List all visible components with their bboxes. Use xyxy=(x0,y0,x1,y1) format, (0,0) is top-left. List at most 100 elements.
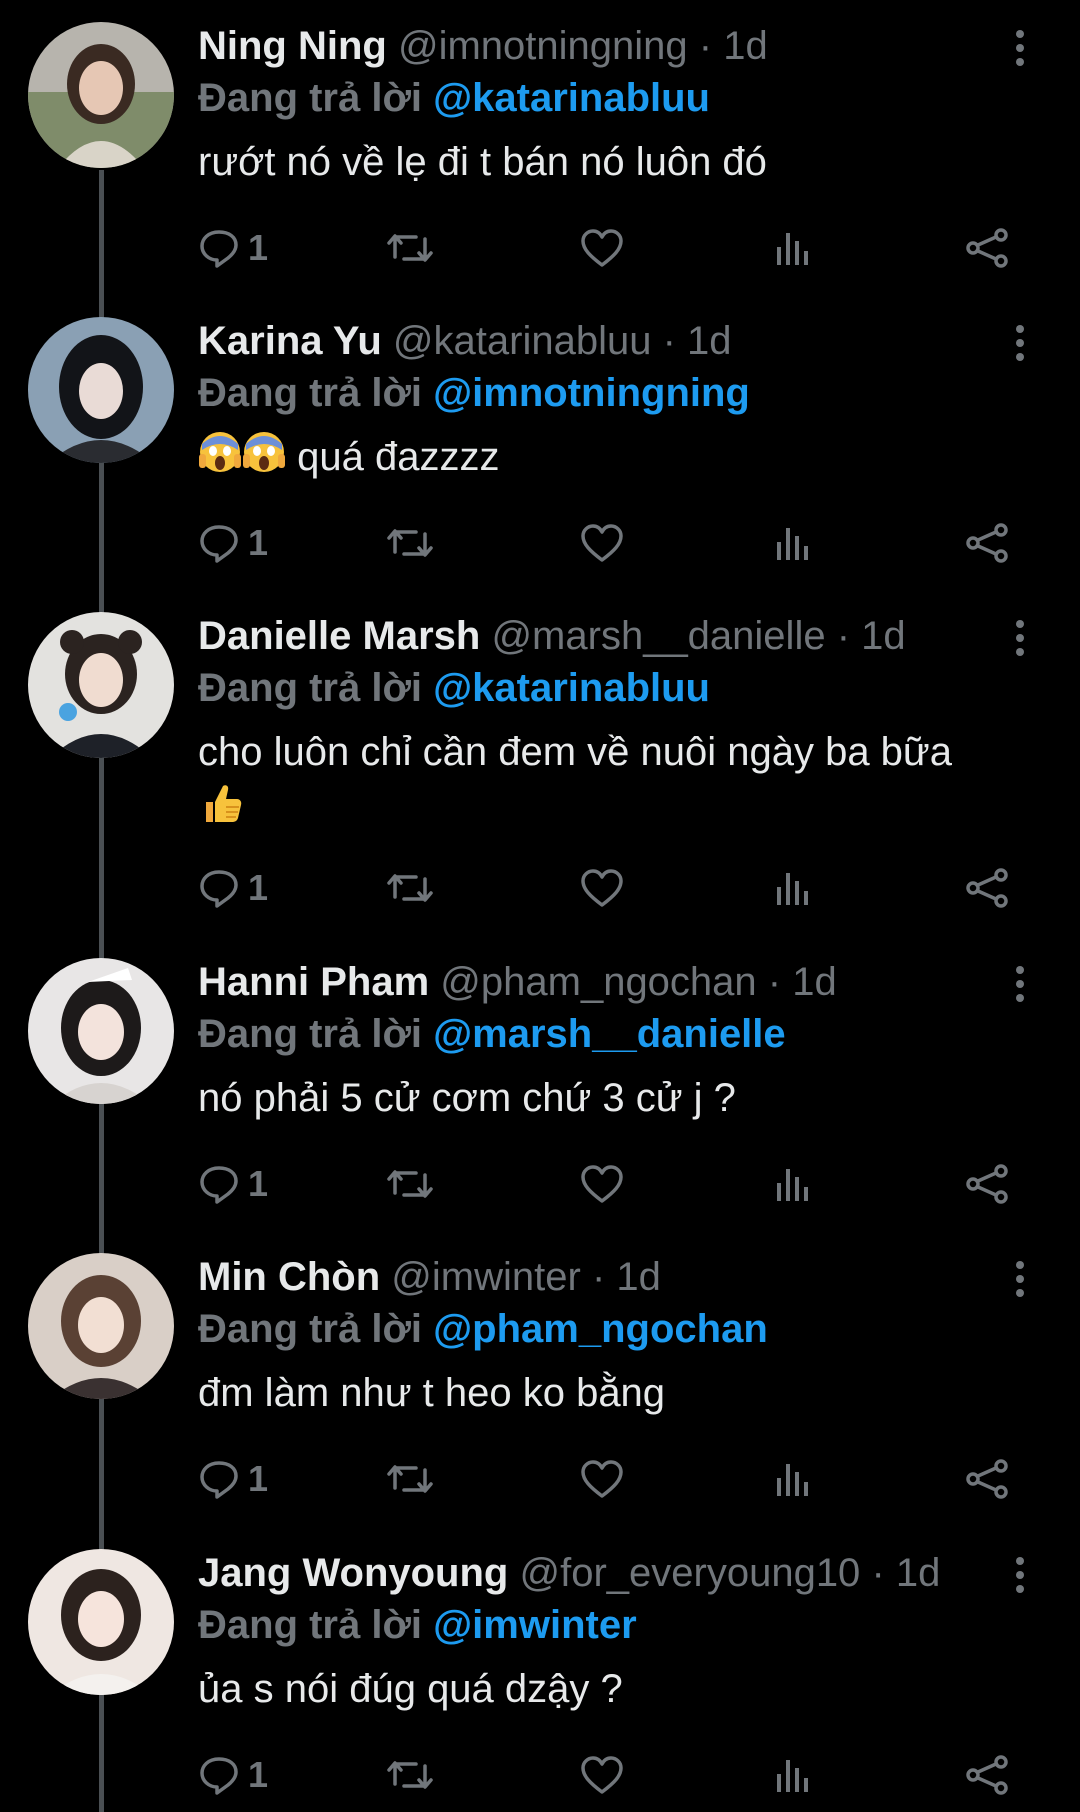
views-icon xyxy=(772,1163,812,1205)
avatar[interactable] xyxy=(28,317,174,463)
reply-icon xyxy=(198,522,240,564)
share-button[interactable] xyxy=(964,1154,1010,1214)
reply-count: 1 xyxy=(248,227,269,268)
share-button[interactable] xyxy=(964,513,1010,573)
views-button[interactable] xyxy=(772,1745,812,1805)
author-handle[interactable]: @katarinabluu xyxy=(393,319,652,363)
reply-to-mention[interactable]: @pham_ngochan xyxy=(433,1307,768,1351)
reply-button[interactable]: 1 xyxy=(198,513,268,573)
share-icon xyxy=(964,522,1010,564)
retweet-button[interactable] xyxy=(386,513,434,573)
reply-prefix: Đang trả lời xyxy=(198,1012,423,1056)
avatar[interactable] xyxy=(28,958,174,1104)
views-button[interactable] xyxy=(772,218,812,278)
more-vertical-icon[interactable] xyxy=(1000,1257,1040,1301)
heart-icon xyxy=(580,1754,624,1796)
author-handle[interactable]: @for_everyoung10 xyxy=(519,1551,860,1595)
share-button[interactable] xyxy=(964,218,1010,278)
like-button[interactable] xyxy=(580,858,624,918)
views-button[interactable] xyxy=(772,1154,812,1214)
timestamp[interactable]: · 1d xyxy=(837,614,906,658)
tweet-text: rướt nó về lẹ đi t bán nó luôn đó xyxy=(198,134,1038,190)
reply-button[interactable]: 1 xyxy=(198,1745,268,1805)
views-button[interactable] xyxy=(772,1449,812,1509)
like-button[interactable] xyxy=(580,1154,624,1214)
action-bar: 1 xyxy=(198,1449,1018,1509)
action-bar: 1 xyxy=(198,513,1018,573)
reply-to-mention[interactable]: @katarinabluu xyxy=(433,666,710,710)
avatar[interactable] xyxy=(28,1549,174,1695)
reply-to-mention[interactable]: @katarinabluu xyxy=(433,76,710,120)
tweet-text-content: ủa s nói đúg quá dzậy ? xyxy=(198,1667,623,1711)
reply-button[interactable]: 1 xyxy=(198,218,268,278)
like-button[interactable] xyxy=(580,513,624,573)
views-icon xyxy=(772,227,812,269)
more-vertical-icon[interactable] xyxy=(1000,616,1040,660)
heart-icon xyxy=(580,1163,624,1205)
retweet-button[interactable] xyxy=(386,1449,434,1509)
more-vertical-icon[interactable] xyxy=(1000,962,1040,1006)
reply-to-mention[interactable]: @imwinter xyxy=(433,1603,636,1647)
author-name[interactable]: Hanni Pham xyxy=(198,960,429,1004)
author-name[interactable]: Ning Ning xyxy=(198,24,387,68)
author-name[interactable]: Karina Yu xyxy=(198,319,382,363)
more-vertical-icon[interactable] xyxy=(1000,26,1040,70)
share-button[interactable] xyxy=(964,1745,1010,1805)
share-icon xyxy=(964,867,1010,909)
retweet-button[interactable] xyxy=(386,1745,434,1805)
retweet-button[interactable] xyxy=(386,218,434,278)
reply-to-mention[interactable]: @marsh__danielle xyxy=(433,1012,786,1056)
action-bar: 1 xyxy=(198,1154,1018,1214)
screaming-face-emoji xyxy=(198,430,242,489)
share-button[interactable] xyxy=(964,1449,1010,1509)
author-name[interactable]: Danielle Marsh xyxy=(198,614,480,658)
reply-icon xyxy=(198,227,240,269)
reply-icon xyxy=(198,1163,240,1205)
avatar[interactable] xyxy=(28,1253,174,1399)
avatar[interactable] xyxy=(28,612,174,758)
retweet-icon xyxy=(386,1458,434,1500)
timestamp[interactable]: · 1d xyxy=(768,960,837,1004)
more-vertical-icon[interactable] xyxy=(1000,321,1040,365)
more-vertical-icon[interactable] xyxy=(1000,1553,1040,1597)
author-handle[interactable]: @marsh__danielle xyxy=(491,614,825,658)
avatar[interactable] xyxy=(28,22,174,168)
retweet-icon xyxy=(386,867,434,909)
screaming-face-emoji xyxy=(242,430,286,489)
like-button[interactable] xyxy=(580,1449,624,1509)
share-icon xyxy=(964,1458,1010,1500)
reply-count: 1 xyxy=(248,867,269,908)
views-icon xyxy=(772,1754,812,1796)
retweet-button[interactable] xyxy=(386,1154,434,1214)
like-button[interactable] xyxy=(580,218,624,278)
reply-prefix: Đang trả lời xyxy=(198,76,423,120)
timestamp[interactable]: · 1d xyxy=(592,1255,661,1299)
author-handle[interactable]: @imwinter xyxy=(391,1255,581,1299)
reply-count: 1 xyxy=(248,1458,269,1499)
timestamp[interactable]: · 1d xyxy=(699,24,768,68)
action-bar: 1 xyxy=(198,1745,1018,1805)
reply-icon xyxy=(198,1458,240,1500)
author-name[interactable]: Jang Wonyoung xyxy=(198,1551,508,1595)
author-handle[interactable]: @pham_ngochan xyxy=(440,960,756,1004)
share-button[interactable] xyxy=(964,858,1010,918)
views-button[interactable] xyxy=(772,858,812,918)
views-button[interactable] xyxy=(772,513,812,573)
reply-to-mention[interactable]: @imnotningning xyxy=(433,371,750,415)
share-icon xyxy=(964,1163,1010,1205)
views-icon xyxy=(772,522,812,564)
retweet-icon xyxy=(386,1754,434,1796)
reply-button[interactable]: 1 xyxy=(198,1449,268,1509)
timestamp[interactable]: · 1d xyxy=(871,1551,940,1595)
tweet-text: đm làm như t heo ko bằng xyxy=(198,1365,1038,1421)
retweet-button[interactable] xyxy=(386,858,434,918)
author-name[interactable]: Min Chòn xyxy=(198,1255,380,1299)
reply-button[interactable]: 1 xyxy=(198,858,268,918)
like-button[interactable] xyxy=(580,1745,624,1805)
tweet-text-content: rướt nó về lẹ đi t bán nó luôn đó xyxy=(198,140,767,184)
timestamp[interactable]: · 1d xyxy=(663,319,732,363)
reply-button[interactable]: 1 xyxy=(198,1154,268,1214)
author-handle[interactable]: @imnotningning xyxy=(398,24,688,68)
tweet-text: nó phải 5 cử cơm chứ 3 cử j ? xyxy=(198,1070,1038,1126)
tweet-text-content: cho luôn chỉ cần đem về nuôi ngày ba bữa xyxy=(198,730,952,774)
